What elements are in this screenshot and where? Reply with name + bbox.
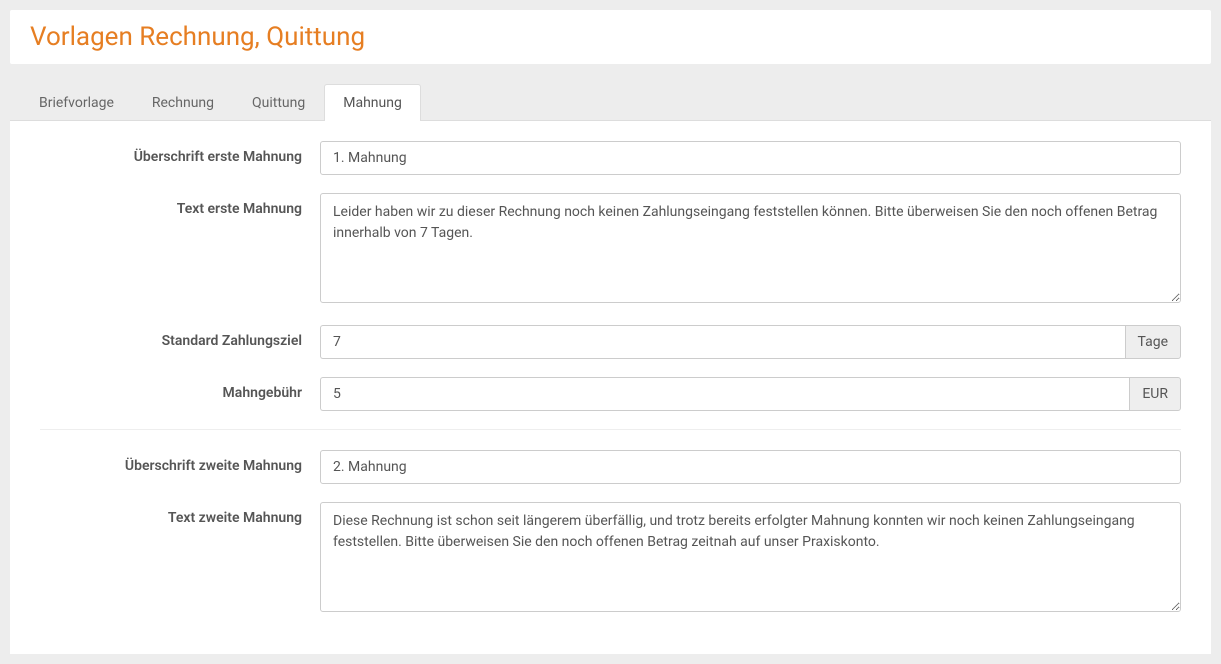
row-text2: Text zweite Mahnung xyxy=(10,502,1211,616)
row-heading2: Überschrift zweite Mahnung xyxy=(10,450,1211,484)
label-heading1: Überschrift erste Mahnung xyxy=(10,141,320,165)
tab-content: Überschrift erste Mahnung Text erste Mah… xyxy=(10,120,1211,654)
label-text2: Text zweite Mahnung xyxy=(10,502,320,526)
label-text1: Text erste Mahnung xyxy=(10,193,320,217)
row-payment-target: Standard Zahlungsziel Tage xyxy=(10,325,1211,359)
input-payment-target[interactable] xyxy=(320,325,1125,359)
tab-rechnung[interactable]: Rechnung xyxy=(133,84,233,121)
addon-days: Tage xyxy=(1125,325,1181,359)
label-heading2: Überschrift zweite Mahnung xyxy=(10,450,320,474)
section-divider xyxy=(40,429,1181,430)
tab-briefvorlage[interactable]: Briefvorlage xyxy=(20,84,133,121)
input-heading1[interactable] xyxy=(320,141,1181,175)
page-title: Vorlagen Rechnung, Quittung xyxy=(30,22,1191,52)
tabs-nav: Briefvorlage Rechnung Quittung Mahnung xyxy=(10,84,1211,121)
tab-mahnung[interactable]: Mahnung xyxy=(324,84,421,121)
page-header: Vorlagen Rechnung, Quittung xyxy=(10,10,1211,64)
tab-quittung[interactable]: Quittung xyxy=(233,84,324,121)
row-heading1: Überschrift erste Mahnung xyxy=(10,141,1211,175)
row-text1: Text erste Mahnung xyxy=(10,193,1211,307)
row-fee: Mahngebühr EUR xyxy=(10,377,1211,411)
addon-eur: EUR xyxy=(1129,377,1181,411)
input-fee[interactable] xyxy=(320,377,1129,411)
textarea-text1[interactable] xyxy=(320,193,1181,303)
label-fee: Mahngebühr xyxy=(10,377,320,401)
textarea-text2[interactable] xyxy=(320,502,1181,612)
input-heading2[interactable] xyxy=(320,450,1181,484)
label-payment-target: Standard Zahlungsziel xyxy=(10,325,320,349)
